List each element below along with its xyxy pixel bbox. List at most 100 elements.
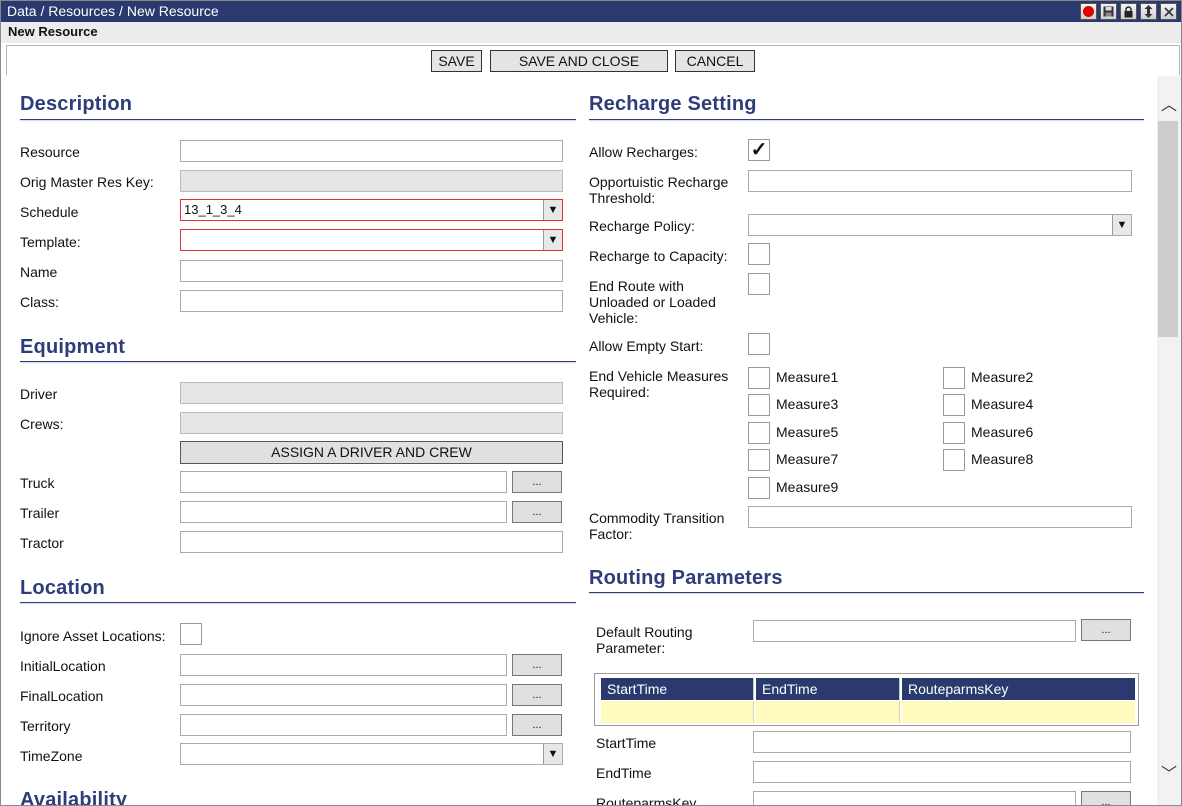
action-toolbar: SAVE SAVE AND CLOSE CANCEL (6, 45, 1180, 75)
description-rule (20, 119, 576, 120)
template-select[interactable]: ▼ (180, 229, 563, 251)
scroll-up-icon[interactable]: ︿ (1157, 96, 1181, 116)
final-location-lookup-button[interactable]: ... (512, 684, 562, 706)
end-route-checkbox[interactable] (748, 273, 770, 295)
starttime-input[interactable] (753, 731, 1131, 753)
grid-header-starttime[interactable]: StartTime (601, 678, 754, 700)
recharge-policy-label: Recharge Policy: (589, 218, 695, 234)
default-routing-lookup-button[interactable]: ... (1081, 619, 1131, 641)
chevron-down-icon[interactable]: ▼ (1112, 215, 1131, 235)
measure6-label: Measure6 (971, 424, 1034, 440)
resource-input[interactable] (180, 140, 563, 162)
resize-icon[interactable] (1140, 3, 1157, 20)
trailer-lookup-button[interactable]: ... (512, 501, 562, 523)
grid-header-routeparmskey[interactable]: RouteparmsKey (902, 678, 1135, 700)
grid-cell[interactable] (756, 701, 900, 723)
initial-location-input[interactable] (180, 654, 507, 676)
territory-label: Territory (20, 718, 71, 734)
measure8-checkbox[interactable] (943, 449, 965, 471)
initial-location-lookup-button[interactable]: ... (512, 654, 562, 676)
schedule-select[interactable]: 13_1_3_4 ▼ (180, 199, 563, 221)
routing-rule (589, 592, 1144, 593)
endtime-label: EndTime (596, 765, 652, 781)
routeparmskey-label: RouteparmsKey (596, 795, 697, 806)
territory-input[interactable] (180, 714, 507, 736)
ignore-asset-locations-label: Ignore Asset Locations: (20, 628, 166, 644)
tractor-input[interactable] (180, 531, 563, 553)
location-heading: Location (20, 577, 105, 599)
resource-window: Data / Resources / New Resource New Reso… (0, 0, 1182, 806)
truck-label: Truck (20, 475, 55, 491)
grid-cell[interactable] (902, 701, 1135, 723)
endtime-input[interactable] (753, 761, 1131, 783)
measure4-checkbox[interactable] (943, 394, 965, 416)
measure5-checkbox[interactable] (748, 422, 770, 444)
save-and-close-button[interactable]: SAVE AND CLOSE (490, 50, 668, 72)
measure1-checkbox[interactable] (748, 367, 770, 389)
allow-empty-start-label: Allow Empty Start: (589, 338, 704, 354)
save-button[interactable]: SAVE (431, 50, 482, 72)
description-heading: Description (20, 93, 133, 115)
truck-lookup-button[interactable]: ... (512, 471, 562, 493)
allow-recharges-checkbox[interactable]: ✓ (748, 139, 770, 161)
window-title: Data / Resources / New Resource (7, 3, 219, 19)
equipment-heading: Equipment (20, 336, 126, 358)
measure9-checkbox[interactable] (748, 477, 770, 499)
window-subtitle: New Resource (1, 22, 1181, 43)
routing-heading: Routing Parameters (589, 567, 783, 589)
resource-label: Resource (20, 144, 80, 160)
driver-input (180, 382, 563, 404)
measure7-label: Measure7 (776, 451, 839, 467)
routeparmskey-input[interactable] (753, 791, 1076, 805)
recharge-to-capacity-checkbox[interactable] (748, 243, 770, 265)
allow-empty-start-checkbox[interactable] (748, 333, 770, 355)
default-routing-input[interactable] (753, 620, 1076, 642)
recharge-rule (589, 119, 1144, 120)
class-input[interactable] (180, 290, 563, 312)
grid-header-endtime[interactable]: EndTime (756, 678, 900, 700)
chevron-down-icon[interactable]: ▼ (543, 744, 562, 764)
record-icon[interactable] (1080, 3, 1097, 20)
scrollbar-thumb[interactable] (1158, 121, 1178, 337)
equipment-rule (20, 361, 576, 362)
crews-input (180, 412, 563, 434)
chevron-down-icon[interactable]: ▼ (543, 230, 562, 250)
recharge-to-capacity-label: Recharge to Capacity: (589, 248, 728, 264)
measure2-checkbox[interactable] (943, 367, 965, 389)
measure1-label: Measure1 (776, 369, 839, 385)
recharge-policy-select[interactable]: ▼ (748, 214, 1132, 236)
chevron-down-icon[interactable]: ▼ (543, 200, 562, 220)
initial-location-label: InitialLocation (20, 658, 106, 674)
name-input[interactable] (180, 260, 563, 282)
routeparmskey-lookup-button[interactable]: ... (1081, 791, 1131, 805)
floppy-disk-icon[interactable] (1100, 3, 1117, 20)
trailer-input[interactable] (180, 501, 507, 523)
vertical-scrollbar[interactable]: ︿ ﹀ (1157, 76, 1181, 805)
commodity-transition-label: Commodity Transition Factor: (589, 510, 725, 542)
measure8-label: Measure8 (971, 451, 1034, 467)
tractor-label: Tractor (20, 535, 64, 551)
scroll-down-icon[interactable]: ﹀ (1157, 765, 1181, 785)
truck-input[interactable] (180, 471, 507, 493)
lock-icon[interactable] (1120, 3, 1137, 20)
measure3-checkbox[interactable] (748, 394, 770, 416)
grid-cell[interactable] (601, 701, 754, 723)
window-titlebar: Data / Resources / New Resource (1, 1, 1181, 22)
measure6-checkbox[interactable] (943, 422, 965, 444)
assign-driver-crew-button[interactable]: ASSIGN A DRIVER AND CREW (180, 441, 563, 464)
commodity-transition-input[interactable] (748, 506, 1132, 528)
schedule-label: Schedule (20, 204, 79, 220)
measure5-label: Measure5 (776, 424, 839, 440)
close-icon[interactable] (1160, 3, 1177, 20)
class-label: Class: (20, 294, 59, 310)
measure7-checkbox[interactable] (748, 449, 770, 471)
ignore-asset-locations-checkbox[interactable] (180, 623, 202, 645)
territory-lookup-button[interactable]: ... (512, 714, 562, 736)
cancel-button[interactable]: CANCEL (675, 50, 755, 72)
opportunistic-threshold-input[interactable] (748, 170, 1132, 192)
final-location-input[interactable] (180, 684, 507, 706)
measure9-label: Measure9 (776, 479, 839, 495)
final-location-label: FinalLocation (20, 688, 104, 704)
timezone-select[interactable]: ▼ (180, 743, 563, 765)
allow-recharges-label: Allow Recharges: (589, 144, 698, 160)
